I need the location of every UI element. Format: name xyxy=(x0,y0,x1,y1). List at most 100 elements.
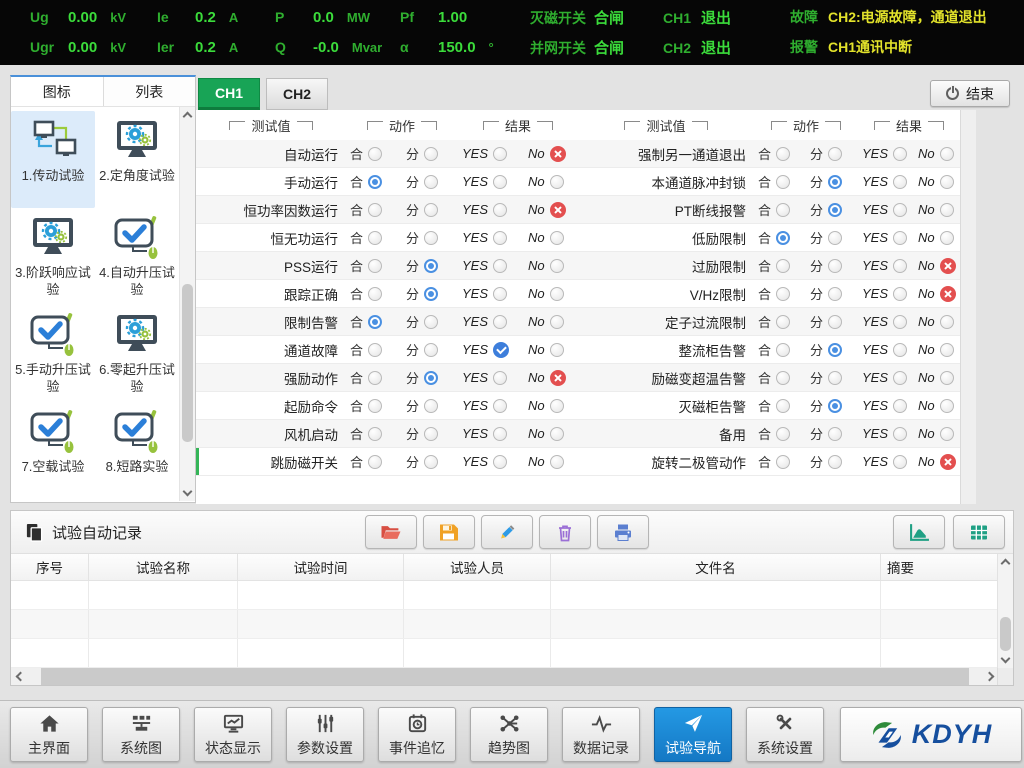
nav-event-recall-button[interactable]: 事件追忆 xyxy=(378,707,456,762)
result-yes-cell[interactable]: YES xyxy=(858,370,914,385)
open-radio-icon[interactable] xyxy=(828,427,842,441)
yes-radio-icon[interactable] xyxy=(893,147,907,161)
result-yes-cell[interactable]: YES xyxy=(858,202,914,217)
close-radio-icon[interactable] xyxy=(776,287,790,301)
close-radio-icon[interactable] xyxy=(776,231,790,245)
action-open-cell[interactable]: 分 xyxy=(806,200,858,219)
yes-radio-icon[interactable] xyxy=(493,259,507,273)
action-close-cell[interactable]: 合 xyxy=(346,368,402,387)
action-open-cell[interactable]: 分 xyxy=(806,172,858,191)
close-radio-icon[interactable] xyxy=(776,315,790,329)
action-close-cell[interactable]: 合 xyxy=(754,172,806,191)
sidebar-test-item[interactable]: 5.手动升压试验 xyxy=(11,305,95,402)
scroll-down-icon[interactable] xyxy=(183,487,193,497)
open-radio-icon[interactable] xyxy=(828,175,842,189)
result-yes-cell[interactable]: YES xyxy=(858,454,914,469)
edit-button[interactable] xyxy=(481,515,533,549)
action-open-cell[interactable]: 分 xyxy=(402,172,458,191)
yes-radio-icon[interactable] xyxy=(893,175,907,189)
close-radio-icon[interactable] xyxy=(368,287,382,301)
close-radio-icon[interactable] xyxy=(776,427,790,441)
sidebar-scrollbar[interactable] xyxy=(179,107,195,501)
yes-radio-icon[interactable] xyxy=(893,231,907,245)
no-radio-icon[interactable] xyxy=(940,231,954,245)
scroll-down-icon[interactable] xyxy=(1001,654,1011,664)
result-yes-cell[interactable]: YES xyxy=(458,230,524,245)
yes-radio-icon[interactable] xyxy=(493,203,507,217)
record-row[interactable] xyxy=(11,581,999,610)
records-column-header[interactable]: 序号 xyxy=(11,554,89,580)
action-close-cell[interactable]: 合 xyxy=(346,228,402,247)
no-radio-icon[interactable] xyxy=(550,343,564,357)
sidebar-test-item[interactable]: 4.自动升压试验 xyxy=(95,208,179,305)
result-yes-cell[interactable]: YES xyxy=(858,314,914,329)
action-close-cell[interactable]: 合 xyxy=(754,144,806,163)
nav-main-screen-button[interactable]: 主界面 xyxy=(10,707,88,762)
action-open-cell[interactable]: 分 xyxy=(402,228,458,247)
yes-radio-icon[interactable] xyxy=(493,427,507,441)
no-radio-icon[interactable] xyxy=(550,455,564,469)
result-no-cell[interactable]: No xyxy=(914,370,960,385)
result-no-cell[interactable]: No xyxy=(524,146,578,162)
result-no-cell[interactable]: No xyxy=(914,286,960,302)
result-yes-cell[interactable]: YES xyxy=(858,342,914,357)
open-radio-icon[interactable] xyxy=(828,147,842,161)
result-no-cell[interactable]: No xyxy=(524,174,578,189)
close-radio-icon[interactable] xyxy=(368,371,382,385)
open-radio-icon[interactable] xyxy=(424,287,438,301)
action-close-cell[interactable]: 合 xyxy=(346,312,402,331)
result-no-cell[interactable]: No xyxy=(524,342,578,357)
action-close-cell[interactable]: 合 xyxy=(754,228,806,247)
yes-radio-icon[interactable] xyxy=(893,203,907,217)
action-open-cell[interactable]: 分 xyxy=(402,200,458,219)
result-no-cell[interactable]: No xyxy=(914,146,960,161)
result-no-cell[interactable]: No xyxy=(524,454,578,469)
close-radio-icon[interactable] xyxy=(368,315,382,329)
action-open-cell[interactable]: 分 xyxy=(402,424,458,443)
close-radio-icon[interactable] xyxy=(776,455,790,469)
open-radio-icon[interactable] xyxy=(424,455,438,469)
sidebar-test-item[interactable]: 8.短路实验 xyxy=(95,402,179,499)
open-radio-icon[interactable] xyxy=(828,203,842,217)
yes-radio-icon[interactable] xyxy=(493,231,507,245)
no-radio-icon[interactable] xyxy=(550,315,564,329)
close-radio-icon[interactable] xyxy=(776,147,790,161)
sidebar-test-item[interactable]: 1.传动试验 xyxy=(11,111,95,208)
close-radio-icon[interactable] xyxy=(776,203,790,217)
yes-radio-icon[interactable] xyxy=(493,175,507,189)
no-radio-icon[interactable] xyxy=(550,287,564,301)
action-open-cell[interactable]: 分 xyxy=(806,256,858,275)
close-radio-icon[interactable] xyxy=(368,175,382,189)
action-close-cell[interactable]: 合 xyxy=(346,424,402,443)
open-radio-icon[interactable] xyxy=(424,231,438,245)
result-no-cell[interactable]: No xyxy=(914,174,960,189)
open-radio-icon[interactable] xyxy=(828,315,842,329)
checklist-scrollbar[interactable] xyxy=(960,110,976,504)
yes-radio-icon[interactable] xyxy=(493,342,509,358)
no-radio-icon[interactable] xyxy=(550,202,566,218)
kdyh-logo[interactable]: KDYH xyxy=(840,707,1022,762)
no-radio-icon[interactable] xyxy=(550,427,564,441)
tab-ch1[interactable]: CH1 xyxy=(198,78,260,110)
tab-list-view[interactable]: 列表 xyxy=(103,77,196,106)
scroll-thumb[interactable] xyxy=(1000,617,1011,651)
result-yes-cell[interactable]: YES xyxy=(458,426,524,441)
action-open-cell[interactable]: 分 xyxy=(806,144,858,163)
records-column-header[interactable]: 试验人员 xyxy=(404,554,551,580)
sidebar-test-item[interactable]: 7.空载试验 xyxy=(11,402,95,499)
close-radio-icon[interactable] xyxy=(776,175,790,189)
action-open-cell[interactable]: 分 xyxy=(806,368,858,387)
close-radio-icon[interactable] xyxy=(368,203,382,217)
nav-data-record-button[interactable]: 数据记录 xyxy=(562,707,640,762)
close-radio-icon[interactable] xyxy=(776,259,790,273)
no-radio-icon[interactable] xyxy=(940,427,954,441)
result-yes-cell[interactable]: YES xyxy=(458,342,524,358)
no-radio-icon[interactable] xyxy=(940,371,954,385)
no-radio-icon[interactable] xyxy=(940,147,954,161)
records-column-header[interactable]: 试验名称 xyxy=(89,554,238,580)
action-close-cell[interactable]: 合 xyxy=(754,312,806,331)
result-yes-cell[interactable]: YES xyxy=(858,258,914,273)
sidebar-test-item[interactable]: 2.定角度试验 xyxy=(95,111,179,208)
nav-system-settings-button[interactable]: 系统设置 xyxy=(746,707,824,762)
action-close-cell[interactable]: 合 xyxy=(346,340,402,359)
